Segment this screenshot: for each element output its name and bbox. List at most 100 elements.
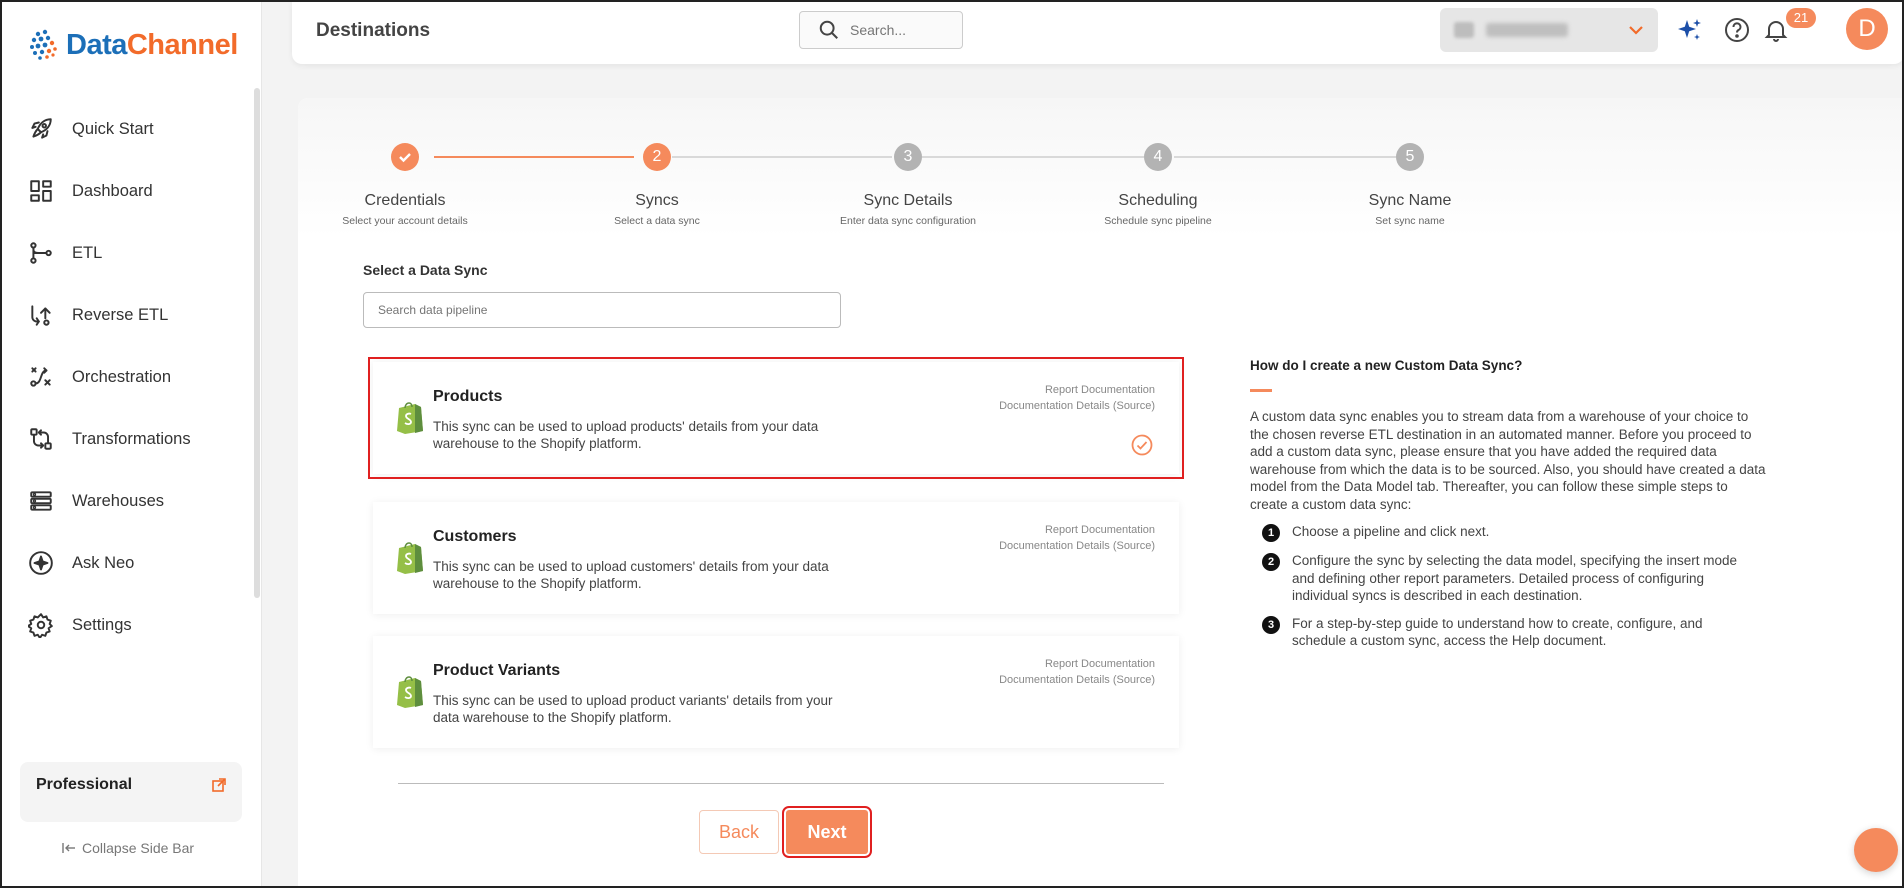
collapse-arrow-icon (62, 843, 75, 853)
sidebar-item-label: Orchestration (72, 367, 172, 386)
search-input[interactable] (850, 22, 940, 38)
workspace-icon (1454, 22, 1474, 38)
documentation-details-link[interactable]: Documentation Details (Source) (999, 674, 1155, 686)
help-title: How do I create a new Custom Data Sync? (1250, 358, 1523, 373)
sidebar-item-label: ETL (72, 243, 103, 262)
collapse-sidebar-link[interactable]: Collapse Side Bar (62, 840, 194, 856)
sync-card-description: This sync can be used to upload customer… (433, 559, 829, 591)
sync-card-description: This sync can be used to upload product … (433, 693, 833, 725)
help-step-text: Configure the sync by selecting the data… (1292, 553, 1737, 603)
help-icon[interactable] (1723, 16, 1751, 44)
help-step-text: Choose a pipeline and click next. (1292, 524, 1490, 539)
step-connector-2 (672, 156, 892, 158)
sync-card-product-variants[interactable]: Product Variants This sync can be used t… (373, 636, 1179, 748)
step-2-circle[interactable]: 2 (643, 143, 671, 171)
ai-sparkle-icon[interactable] (1676, 16, 1704, 44)
sync-card-title: Product Variants (433, 662, 561, 679)
chevron-down-icon (1629, 26, 1643, 35)
step-3-title: Sync Details (863, 192, 953, 209)
workspace-name-redacted (1486, 23, 1568, 37)
rocket-icon (31, 118, 52, 139)
sidebar-item-label: Warehouses (72, 491, 165, 510)
plan-label: Professional (36, 776, 133, 793)
wizard-stepper: 2 3 4 5 Credentials Select your account … (298, 98, 1904, 238)
sidebar-item-reverse-etl[interactable]: Reverse ETL (0, 284, 250, 346)
help-panel: How do I create a new Custom Data Sync? … (1250, 358, 1770, 660)
step-connector-3 (922, 156, 1144, 158)
transformations-icon (30, 428, 52, 450)
report-documentation-link[interactable]: Report Documentation (1045, 384, 1155, 396)
gear-icon (28, 613, 53, 638)
sidebar-item-label: Reverse ETL (72, 305, 169, 324)
step-4-circle[interactable]: 4 (1144, 143, 1172, 171)
sidebar-item-label: Quick Start (72, 119, 154, 138)
next-button[interactable]: Next (782, 806, 872, 858)
documentation-details-link[interactable]: Documentation Details (Source) (999, 400, 1155, 412)
shopify-icon (397, 402, 423, 434)
step-1-title: Credentials (364, 192, 446, 209)
step-2-subtitle: Select a data sync (614, 215, 700, 227)
sidebar-item-etl[interactable]: ETL (0, 222, 250, 284)
sidebar-item-settings[interactable]: Settings (0, 594, 250, 656)
user-avatar[interactable]: D (1846, 8, 1888, 50)
sync-card-customers[interactable]: Customers This sync can be used to uploa… (373, 502, 1179, 614)
help-step-number: 3 (1262, 615, 1280, 634)
datachannel-logo[interactable]: DataChannel (28, 28, 238, 62)
step-5-circle[interactable]: 5 (1396, 143, 1424, 171)
help-step: 3 For a step-by-step guide to understand… (1262, 615, 1770, 650)
sidebar-item-label: Transformations (72, 429, 191, 448)
logo-mark-icon (30, 29, 57, 60)
sidebar-nav: Quick Start Dashboard ETL Reverse ETL Or… (0, 98, 250, 656)
sidebar-item-warehouses[interactable]: Warehouses (0, 470, 250, 532)
help-step: 1 Choose a pipeline and click next. (1262, 523, 1770, 542)
sidebar-item-transformations[interactable]: Transformations (0, 408, 250, 470)
step-1-subtitle: Select your account details (342, 215, 468, 227)
step-3-circle[interactable]: 3 (894, 143, 922, 171)
report-documentation-link[interactable]: Report Documentation (1045, 658, 1155, 670)
sync-card-description: This sync can be used to upload products… (433, 419, 819, 451)
checkmark-icon (399, 153, 411, 163)
sidebar: DataChannel Quick Start Dashboard ETL Re… (0, 0, 262, 888)
sidebar-item-orchestration[interactable]: Orchestration (0, 346, 250, 408)
main-panel: 2 3 4 5 Credentials Select your account … (298, 98, 1904, 888)
help-step-number: 2 (1262, 553, 1280, 571)
step-4-subtitle: Schedule sync pipeline (1104, 215, 1212, 227)
sidebar-item-dashboard[interactable]: Dashboard (0, 160, 250, 222)
help-step: 2 Configure the sync by selecting the da… (1262, 552, 1770, 605)
sync-card-products[interactable]: Products This sync can be used to upload… (368, 357, 1184, 479)
collapse-sidebar-label: Collapse Side Bar (82, 840, 195, 856)
help-steps-list: 1 Choose a pipeline and click next. 2 Co… (1250, 523, 1770, 650)
selected-check-icon (1131, 434, 1153, 456)
step-5-subtitle: Set sync name (1375, 215, 1445, 227)
pipeline-search-input[interactable] (363, 292, 841, 328)
global-search[interactable] (799, 11, 963, 49)
form-divider (398, 783, 1164, 784)
plan-box[interactable]: Professional (20, 762, 242, 822)
back-button[interactable]: Back (699, 810, 779, 854)
chat-support-button[interactable] (1854, 828, 1898, 872)
top-header: Destinations 21 D (292, 0, 1904, 64)
help-step-number: 1 (1262, 524, 1280, 542)
page-title: Destinations (316, 20, 431, 41)
search-icon (819, 20, 838, 39)
sidebar-item-quick-start[interactable]: Quick Start (0, 98, 250, 160)
help-step-text: For a step-by-step guide to understand h… (1292, 615, 1703, 649)
step-1-circle[interactable] (391, 143, 419, 171)
etl-icon (30, 242, 52, 264)
help-title-underline (1250, 389, 1272, 392)
logo-text-channel: Channel (126, 28, 238, 61)
notification-badge: 21 (1786, 8, 1816, 28)
sidebar-scrollbar[interactable] (254, 88, 260, 598)
step-2-title: Syncs (635, 192, 679, 209)
sync-card-title: Customers (433, 528, 517, 545)
documentation-details-link[interactable]: Documentation Details (Source) (999, 540, 1155, 552)
workspace-selector[interactable] (1440, 8, 1658, 52)
external-link-icon[interactable] (212, 778, 226, 792)
help-paragraph: A custom data sync enables you to stream… (1250, 409, 1766, 512)
sidebar-item-ask-neo[interactable]: Ask Neo (0, 532, 250, 594)
report-documentation-link[interactable]: Report Documentation (1045, 524, 1155, 536)
select-sync-label: Select a Data Sync (363, 262, 488, 278)
reverse-etl-icon (31, 305, 51, 326)
step-3-subtitle: Enter data sync configuration (840, 215, 976, 227)
step-connector-1 (434, 156, 634, 158)
